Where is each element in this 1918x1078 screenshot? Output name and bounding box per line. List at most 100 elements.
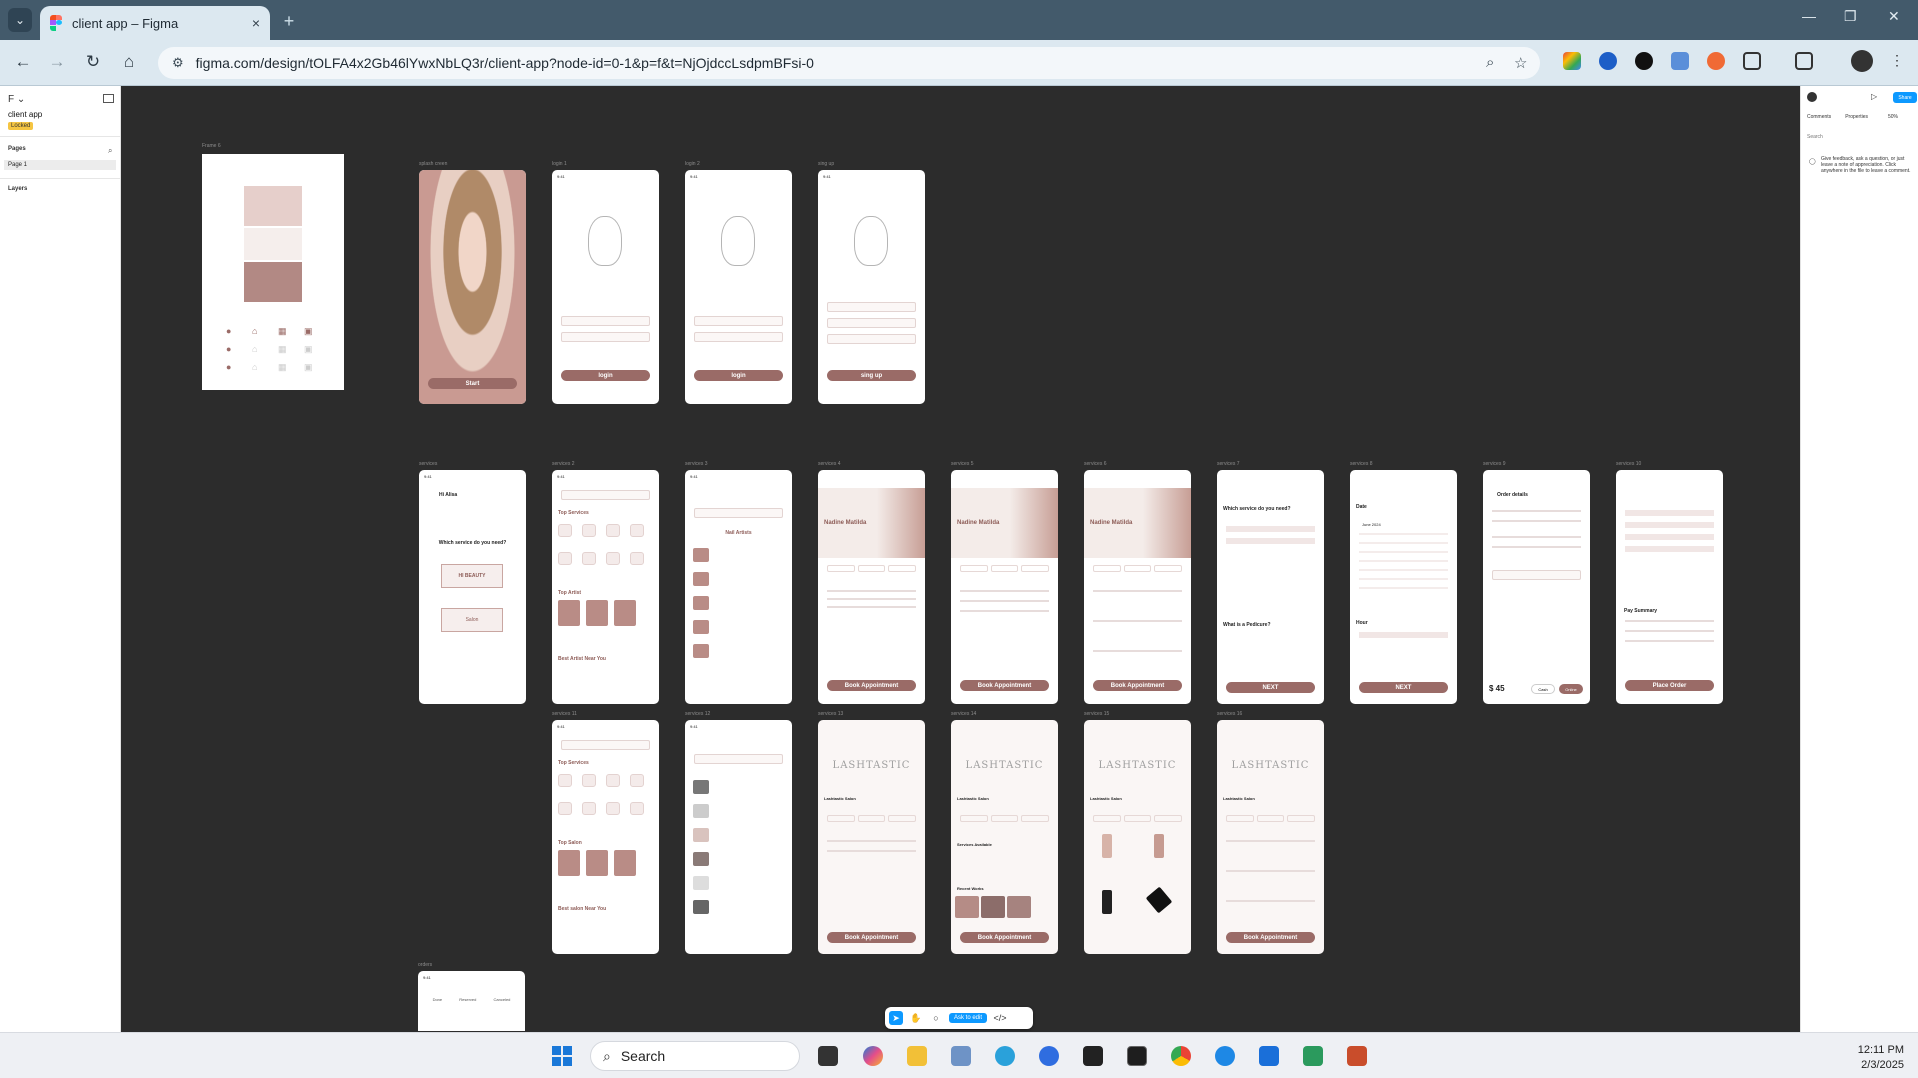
product-thumb[interactable] [693, 780, 709, 794]
move-tool-icon[interactable]: ➤ [889, 1011, 903, 1025]
services-15-screen[interactable]: LASHTASTIC Lashtastic Salon [1084, 720, 1191, 954]
start-button[interactable]: Start [427, 378, 518, 389]
calendar-grid[interactable] [1358, 532, 1449, 596]
product-thumb[interactable] [693, 900, 709, 914]
taskbar-search[interactable]: ⌕ Search [590, 1041, 800, 1071]
services-7-screen[interactable]: Which service do you need? What is a Ped… [1217, 470, 1324, 704]
artist-thumb[interactable] [693, 572, 709, 586]
next-button[interactable]: NEXT [1225, 682, 1316, 693]
profile-tabs[interactable] [1092, 565, 1183, 572]
services-6-screen[interactable]: Nadine Matilda Book Appointment [1084, 470, 1191, 704]
back-icon[interactable]: ← [12, 52, 34, 72]
share-button[interactable]: Share [1893, 92, 1917, 103]
work-thumb[interactable] [981, 896, 1005, 918]
frame-6[interactable]: ● ⌂ ▦ ▣ ● ⌂ ▦ ▣ ● ⌂ ▦ ▣ [202, 154, 344, 390]
restore-icon[interactable]: ❐ [1844, 8, 1857, 25]
tab-comments[interactable]: Comments [1807, 114, 1831, 120]
telegram-icon[interactable] [995, 1046, 1015, 1066]
windows-start-icon[interactable] [552, 1046, 572, 1066]
product-image[interactable] [1102, 890, 1112, 914]
search-field[interactable] [693, 754, 784, 764]
services-9-screen[interactable]: Order details $ 45 Cash Online [1483, 470, 1590, 704]
password-field[interactable] [693, 332, 784, 342]
artist-thumb[interactable] [693, 548, 709, 562]
reload-icon[interactable]: ↻ [82, 52, 104, 72]
email-field[interactable] [560, 316, 651, 326]
login-2-screen[interactable]: 9:41 login [685, 170, 792, 404]
services-8-screen[interactable]: Date June 2024 Hour NEXT [1350, 470, 1457, 704]
side-panel-icon[interactable] [1795, 52, 1813, 70]
password-field[interactable] [826, 318, 917, 328]
profile-tabs[interactable] [959, 565, 1050, 572]
pages-search-icon[interactable]: ⌕ [108, 146, 112, 156]
file-explorer-icon[interactable] [907, 1046, 927, 1066]
services-11-screen[interactable]: 9:41 Top Services Top Salon Best salon N… [552, 720, 659, 954]
site-info-icon[interactable]: ⚙ [172, 55, 184, 71]
tab-search-button[interactable]: ⌄ [8, 8, 32, 32]
extension-check-icon[interactable] [1599, 52, 1617, 70]
services-2-screen[interactable]: 9:41 Top Services Top Artist Best Artist… [552, 470, 659, 704]
online-button[interactable]: Online [1559, 684, 1583, 694]
repeat-password-field[interactable] [826, 334, 917, 344]
search-field[interactable] [560, 740, 651, 750]
comment-search-input[interactable]: Search [1807, 134, 1823, 140]
ask-to-edit-button[interactable]: Ask to edit [949, 1013, 988, 1023]
extension-icon[interactable] [1563, 52, 1581, 70]
salon-tabs[interactable] [826, 815, 917, 822]
book-appointment-button[interactable]: Book Appointment [1225, 932, 1316, 943]
card-option[interactable] [1624, 510, 1715, 516]
email-field[interactable] [826, 302, 917, 312]
home-icon[interactable]: ⌂ [118, 52, 140, 72]
service-chips[interactable] [1225, 538, 1316, 544]
product-image[interactable] [1102, 834, 1112, 858]
chrome-icon[interactable] [1171, 1046, 1191, 1066]
window-close-icon[interactable]: ✕ [1888, 8, 1900, 25]
copilot-icon[interactable] [863, 1046, 883, 1066]
work-thumb[interactable] [955, 896, 979, 918]
place-order-button[interactable]: Place Order [1624, 680, 1715, 691]
browser-menu-icon[interactable]: ⋮ [1890, 52, 1908, 70]
next-button[interactable]: NEXT [1358, 682, 1449, 693]
minimize-icon[interactable]: — [1802, 8, 1816, 24]
email-field[interactable] [693, 316, 784, 326]
profile-avatar[interactable] [1851, 50, 1873, 72]
messenger-icon[interactable] [1039, 1046, 1059, 1066]
forward-icon[interactable]: → [46, 52, 68, 72]
present-icon[interactable]: ▷ [1871, 92, 1877, 101]
edge-icon[interactable] [1215, 1046, 1235, 1066]
card-option[interactable] [1624, 546, 1715, 552]
sticky-notes-icon[interactable] [1083, 1046, 1103, 1066]
services-3-screen[interactable]: 9:41 Nail Artists [685, 470, 792, 704]
tab-reserved[interactable]: Reserved [459, 997, 476, 1002]
salon-option[interactable]: Salon [441, 608, 503, 632]
figma-canvas[interactable]: Frame 6 ● ⌂ ▦ ▣ ● ⌂ ▦ ▣ ● ⌂ ▦ ▣ splash c… [121, 86, 1800, 1032]
artist-thumb[interactable] [693, 620, 709, 634]
home-screen[interactable]: 9:41 Hi Alisa Which service do you need?… [419, 470, 526, 704]
services-12-screen[interactable]: 9:41 [685, 720, 792, 954]
cash-button[interactable]: Cash [1531, 684, 1555, 694]
file-name[interactable]: client app [8, 110, 42, 119]
splash-screen[interactable]: Start [419, 170, 526, 404]
salon-tabs[interactable] [1225, 815, 1316, 822]
book-appointment-button[interactable]: Book Appointment [826, 680, 917, 691]
artist-thumb[interactable] [693, 596, 709, 610]
comment-tool-icon[interactable]: ○ [929, 1011, 943, 1025]
salon-thumb[interactable] [614, 850, 636, 876]
terminal-icon[interactable] [1127, 1046, 1147, 1066]
tab-done[interactable]: Done [433, 997, 443, 1002]
hand-tool-icon[interactable]: ✋ [909, 1011, 923, 1025]
signup-button[interactable]: sing up [826, 370, 917, 381]
address-bar[interactable]: ⚙ figma.com/design/tOLFA4x2Gb46lYwxNbLQ3… [158, 47, 1540, 79]
coupon-field[interactable] [1491, 570, 1582, 580]
signup-screen[interactable]: 9:41 sing up [818, 170, 925, 404]
profile-tabs[interactable] [826, 565, 917, 572]
tab-properties[interactable]: Properties [1845, 114, 1868, 120]
task-view-icon[interactable] [818, 1046, 838, 1066]
artist-thumb[interactable] [558, 600, 580, 626]
new-tab-button[interactable]: + [278, 10, 300, 32]
search-field[interactable] [693, 508, 784, 518]
services-14-screen[interactable]: LASHTASTIC Lashtastic Salon Services Ava… [951, 720, 1058, 954]
extension-edit-icon[interactable] [1671, 52, 1689, 70]
orders-screen[interactable]: 9:41 Done Reserved Canceled [418, 971, 525, 1031]
product-thumb[interactable] [693, 876, 709, 890]
